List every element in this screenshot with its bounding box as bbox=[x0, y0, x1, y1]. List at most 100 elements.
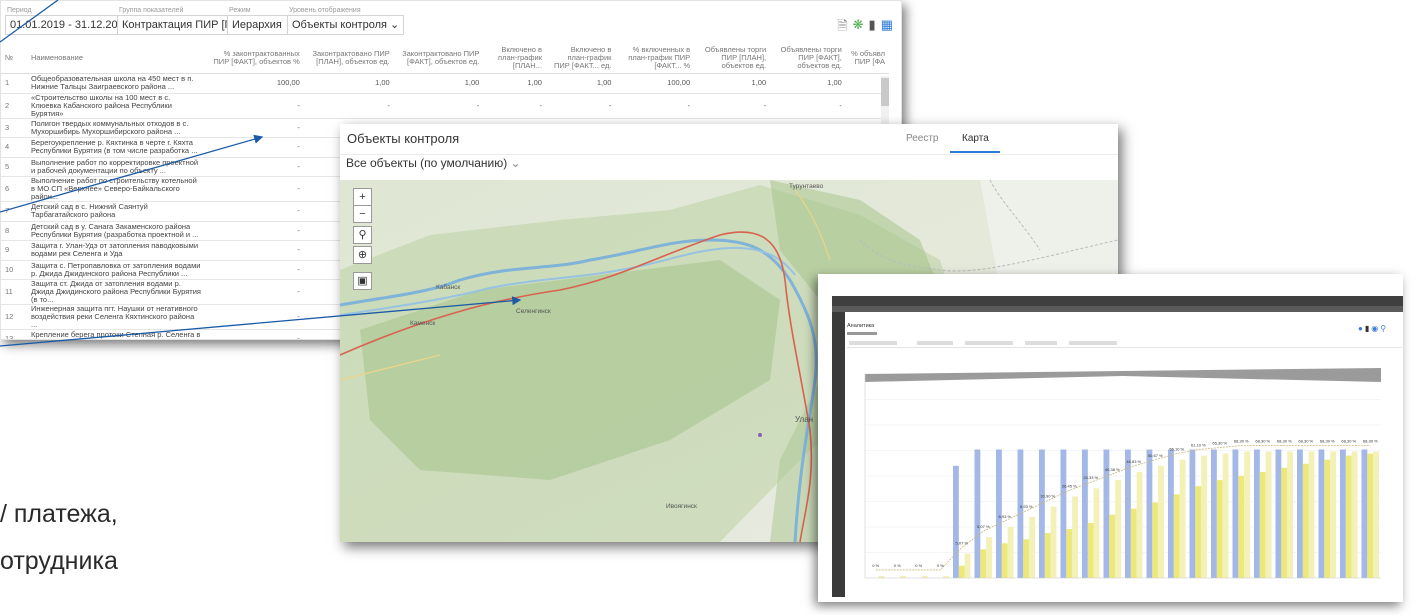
bar-plan[interactable] bbox=[1232, 449, 1239, 578]
col-number[interactable]: № bbox=[1, 43, 27, 74]
bar-plan[interactable] bbox=[1082, 449, 1088, 578]
search-icon[interactable]: ⚲ bbox=[353, 226, 372, 244]
bar-fact[interactable] bbox=[1173, 494, 1180, 578]
bar-forecast[interactable] bbox=[1136, 471, 1143, 578]
display-level-filter[interactable]: Уровень отображения Объекты контроля ⌄ bbox=[287, 7, 405, 37]
bar-fact[interactable] bbox=[1195, 486, 1202, 578]
zoom-out-button[interactable]: − bbox=[353, 205, 372, 223]
col-tenders-pct[interactable]: % объявл ПИР [ФА bbox=[845, 43, 889, 74]
bar-forecast[interactable] bbox=[1201, 455, 1207, 578]
bar-plan[interactable] bbox=[974, 449, 981, 578]
bar-plan[interactable] bbox=[1146, 449, 1153, 578]
bar-fact[interactable] bbox=[1001, 543, 1008, 578]
bar-fact[interactable] bbox=[1238, 476, 1245, 578]
row-name[interactable]: Защита ст. Джида от затопления водами р.… bbox=[27, 279, 205, 305]
col-schedule-fact[interactable]: Включено в план-график ПИР [ФАКТ... ед. bbox=[545, 43, 616, 74]
col-tenders-plan[interactable]: Объявлены торги ПИР [ПЛАН], объектов ед. bbox=[694, 43, 771, 74]
bar-plan[interactable] bbox=[1125, 449, 1131, 578]
bar-forecast[interactable] bbox=[878, 575, 885, 578]
bar-forecast[interactable] bbox=[1373, 451, 1379, 578]
bar-forecast[interactable] bbox=[943, 575, 949, 578]
bar-forecast[interactable] bbox=[1072, 496, 1078, 578]
row-name[interactable]: Инженерная защита пгт. Наушки от негатив… bbox=[27, 304, 205, 330]
bar-forecast[interactable] bbox=[921, 575, 928, 578]
row-name[interactable]: Крепление берега протоки Степная р. Селе… bbox=[27, 329, 205, 339]
bar-fact[interactable] bbox=[1281, 467, 1288, 578]
bar-plan[interactable] bbox=[1254, 449, 1260, 578]
location-marker[interactable] bbox=[758, 433, 762, 437]
bar-forecast[interactable] bbox=[1007, 527, 1014, 578]
bar-fact[interactable] bbox=[958, 565, 965, 578]
level-value[interactable]: Объекты контроля ⌄ bbox=[287, 15, 405, 35]
row-name[interactable]: Защита с. Петропавловка от затопления во… bbox=[27, 260, 205, 280]
bar-fact[interactable] bbox=[1130, 508, 1137, 578]
bar-forecast[interactable] bbox=[964, 553, 971, 578]
bar-forecast[interactable] bbox=[986, 537, 992, 578]
bar-fact[interactable] bbox=[1109, 514, 1116, 578]
export-icon[interactable]: ● bbox=[1358, 324, 1363, 333]
bar-forecast[interactable] bbox=[1287, 451, 1293, 578]
bar-fact[interactable] bbox=[1066, 529, 1073, 578]
row-name[interactable]: Выполнение работ по корректировке проект… bbox=[27, 157, 205, 177]
col-contracted-plan[interactable]: Законтрактовано ПИР [ПЛАН], объектов ед. bbox=[303, 43, 394, 74]
row-name[interactable]: Защита г. Улан-Удэ от затопления паводко… bbox=[27, 240, 205, 261]
col-tenders-fact[interactable]: Объявлены торги ПИР [ФАКТ], объектов ед. bbox=[770, 43, 846, 74]
bar-fact[interactable] bbox=[1023, 539, 1030, 578]
bar-fact[interactable] bbox=[1216, 480, 1223, 578]
objects-filter-select[interactable]: Все объекты (по умолчанию) ⌄ bbox=[346, 156, 521, 170]
row-name[interactable]: Общеобразовательная школа на 450 мест в … bbox=[27, 73, 205, 94]
col-name[interactable]: Наименование bbox=[27, 43, 205, 74]
scrollbar-thumb[interactable] bbox=[881, 78, 889, 106]
zoom-in-button[interactable]: + bbox=[353, 188, 372, 206]
table-row[interactable]: 1 Общеобразовательная школа на 450 мест в… bbox=[1, 73, 889, 94]
location-icon[interactable]: ⚲ bbox=[1380, 324, 1386, 333]
bar-fact[interactable] bbox=[1087, 522, 1094, 578]
bar-fact[interactable] bbox=[1345, 455, 1352, 578]
bar-plan[interactable] bbox=[953, 465, 959, 578]
bar-plan[interactable] bbox=[1060, 449, 1067, 578]
bar-fact[interactable] bbox=[1044, 533, 1051, 578]
export-icon[interactable]: 🗎 bbox=[837, 17, 847, 39]
bar-chart-icon[interactable]: ▮ bbox=[1365, 324, 1369, 333]
bar-plan[interactable] bbox=[1211, 449, 1217, 578]
bar-forecast[interactable] bbox=[1222, 453, 1229, 578]
bar-forecast[interactable] bbox=[1179, 459, 1186, 578]
bar-fact[interactable] bbox=[1302, 463, 1309, 578]
settings-icon[interactable]: ❋ bbox=[853, 17, 864, 39]
bar-forecast[interactable] bbox=[1308, 451, 1315, 578]
bar-forecast[interactable] bbox=[1330, 451, 1336, 578]
settings-icon[interactable]: ◉ bbox=[1371, 324, 1378, 333]
row-name[interactable]: «Строительство школы на 100 мест в с. Кл… bbox=[27, 93, 205, 119]
bar-forecast[interactable] bbox=[1115, 480, 1121, 578]
col-contracted-pct[interactable]: % законтрактованных ПИР [ФАКТ], объектов… bbox=[205, 43, 304, 74]
bar-fact[interactable] bbox=[1324, 459, 1331, 578]
table-icon[interactable]: ▦ bbox=[881, 17, 893, 39]
bar-plan[interactable] bbox=[1297, 449, 1303, 578]
bar-forecast[interactable] bbox=[1029, 516, 1035, 578]
row-name[interactable]: Полигон твердых коммунальных отходов в с… bbox=[27, 118, 205, 138]
bar-plan[interactable] bbox=[1340, 449, 1346, 578]
tab-map[interactable]: Карта bbox=[962, 133, 989, 144]
col-contracted-fact[interactable]: Законтрактовано ПИР [ФАКТ], объектов ед. bbox=[393, 43, 484, 74]
bar-plan[interactable] bbox=[1189, 449, 1196, 578]
bar-fact[interactable] bbox=[1259, 471, 1266, 578]
tab-registry[interactable]: Реестр bbox=[906, 133, 939, 144]
bar-fact[interactable] bbox=[980, 549, 987, 578]
bar-forecast[interactable] bbox=[1265, 451, 1272, 578]
bar-forecast[interactable] bbox=[900, 575, 906, 578]
bar-plan[interactable] bbox=[1318, 449, 1325, 578]
bar-forecast[interactable] bbox=[1158, 465, 1164, 578]
row-name[interactable]: Берегоукрепление р. Кяхтинка в черте г. … bbox=[27, 137, 205, 158]
bar-fact[interactable] bbox=[1367, 453, 1374, 578]
table-row[interactable]: 2 «Строительство школы на 100 мест в с. К… bbox=[1, 93, 889, 119]
bar-fact[interactable] bbox=[1152, 502, 1159, 578]
chart-icon[interactable]: ▮ bbox=[869, 17, 876, 39]
bar-plan[interactable] bbox=[1275, 449, 1282, 578]
col-schedule-pct[interactable]: % включенных в план-график ПИР [ФАКТ... … bbox=[615, 43, 695, 74]
row-name[interactable]: Выполнение работ по строительству котель… bbox=[27, 176, 205, 202]
bar-plan[interactable] bbox=[1168, 449, 1174, 578]
bar-plan[interactable] bbox=[1039, 449, 1045, 578]
bar-forecast[interactable] bbox=[1351, 451, 1358, 578]
row-name[interactable]: Детский сад в у. Санага Закаменского рай… bbox=[27, 221, 205, 241]
locate-icon[interactable]: ⊕ bbox=[353, 246, 372, 264]
